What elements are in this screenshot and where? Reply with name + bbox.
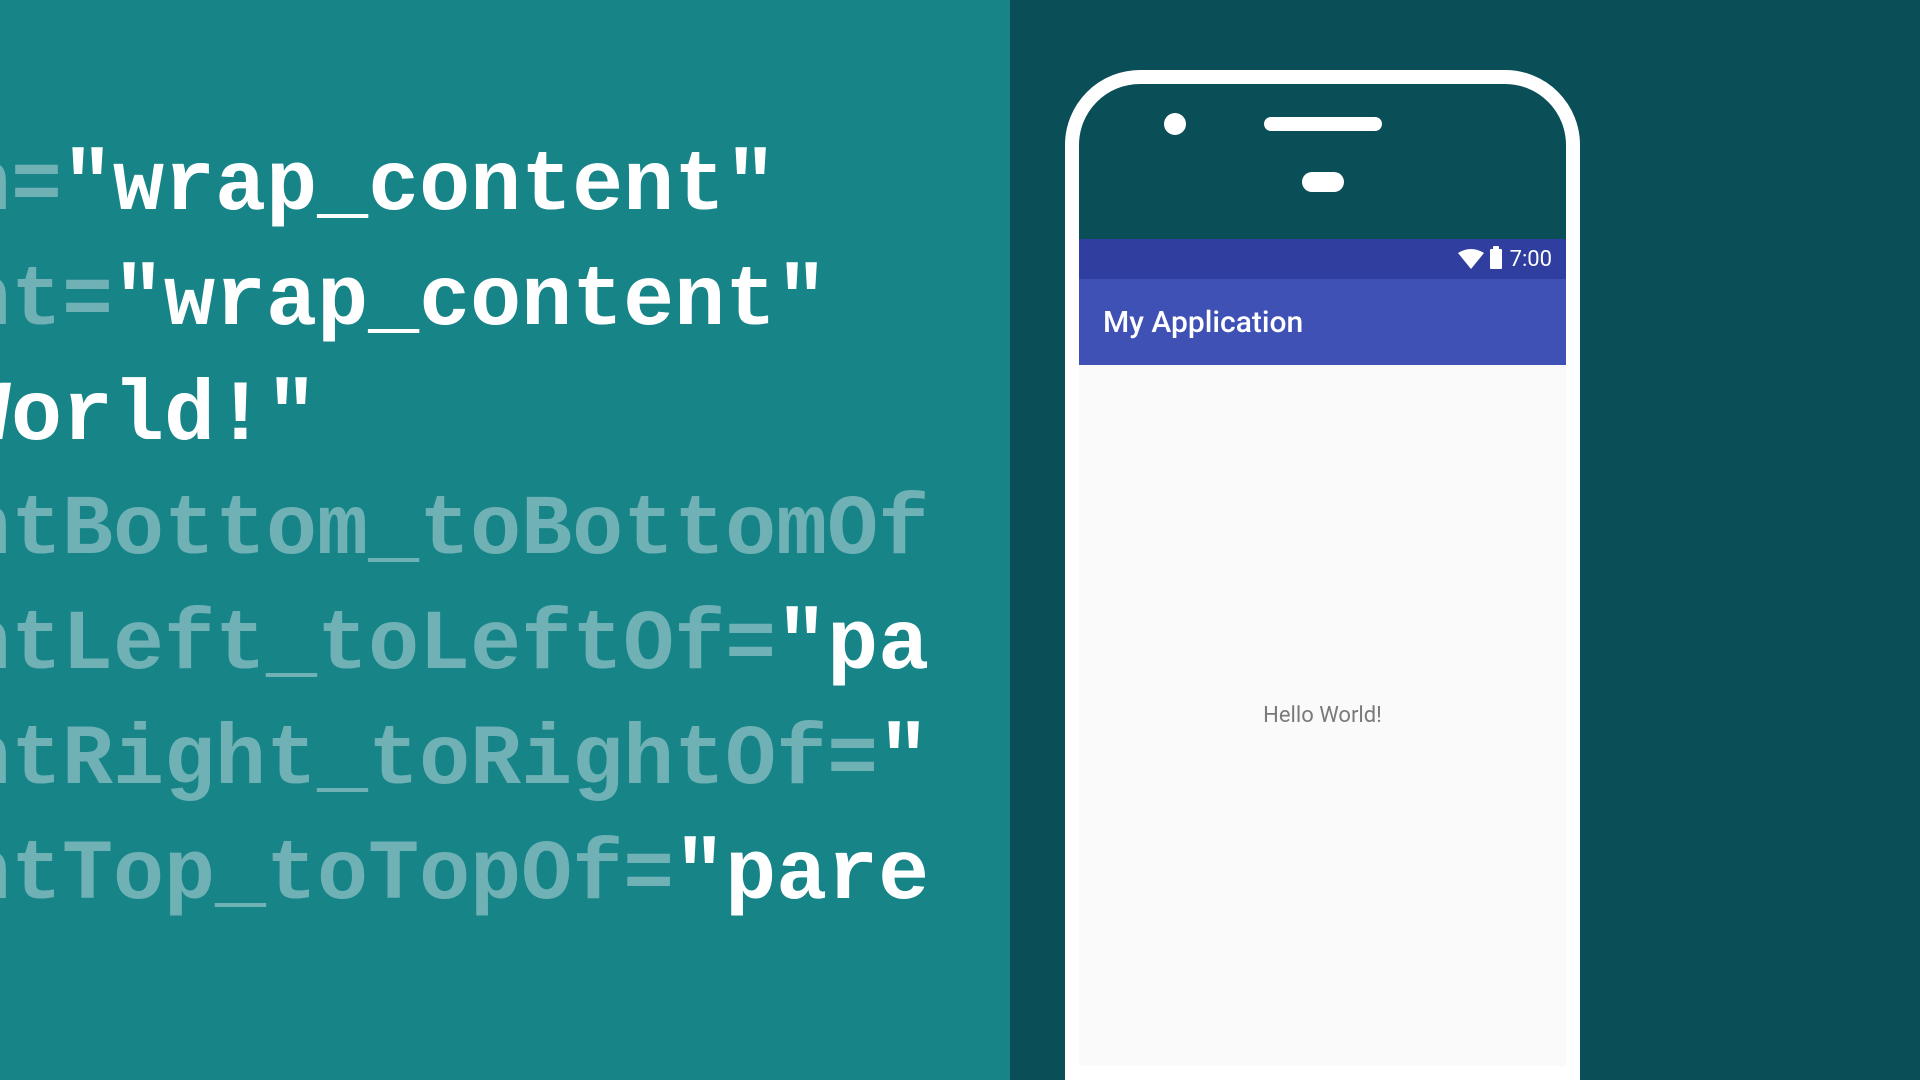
code-attr: ht= (0, 253, 113, 350)
code-attr: h= (0, 138, 62, 235)
app-title: My Application (1103, 305, 1303, 340)
phone-bezel-top (1079, 84, 1566, 239)
code-value: "wrap_content" (62, 138, 776, 235)
sensor-icon (1302, 172, 1344, 192)
code-value: World!" (0, 368, 317, 465)
phone-side-buttons (1566, 444, 1576, 794)
volume-up-button-icon (1566, 544, 1576, 654)
power-button-icon (1566, 444, 1576, 514)
camera-icon (1164, 113, 1186, 135)
battery-icon (1490, 249, 1502, 269)
code-text: h="wrap_content" ht="wrap_content" World… (0, 130, 929, 933)
code-value: "pare (674, 827, 929, 924)
code-attr: htRight_toRightOf= (0, 712, 878, 809)
code-attr: htLeft_toLeftOf= (0, 597, 776, 694)
code-panel: h="wrap_content" ht="wrap_content" World… (0, 0, 1010, 1080)
code-value: " (878, 712, 929, 809)
status-time: 7:00 (1510, 247, 1552, 272)
app-bar: My Application (1079, 279, 1566, 365)
code-attr: htTop_toTopOf= (0, 827, 674, 924)
code-value: "pa (776, 597, 929, 694)
code-attr: htBottom_toBottomOf (0, 482, 929, 579)
volume-down-button-icon (1566, 684, 1576, 794)
wifi-icon (1458, 249, 1484, 269)
hello-world-text: Hello World! (1263, 703, 1382, 728)
app-content: Hello World! (1079, 365, 1566, 1066)
code-value: "wrap_content" (113, 253, 827, 350)
phone-screen: 7:00 My Application Hello World! (1079, 239, 1566, 1066)
phone-frame: 7:00 My Application Hello World! (1065, 70, 1580, 1080)
preview-panel: 7:00 My Application Hello World! (1010, 0, 1920, 1080)
status-bar: 7:00 (1079, 239, 1566, 279)
speaker-icon (1264, 117, 1382, 131)
